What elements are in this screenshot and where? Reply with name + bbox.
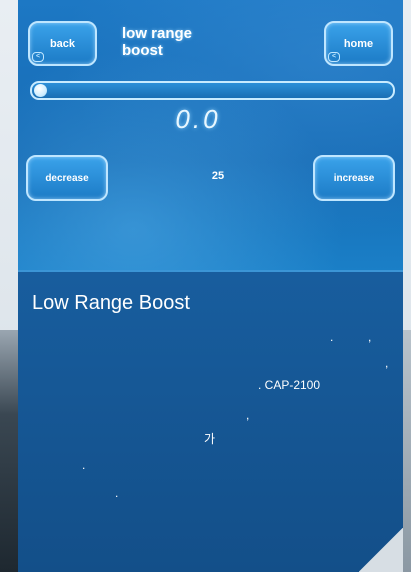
increase-button[interactable]: increase: [313, 155, 395, 201]
page-title: Low Range Boost: [32, 292, 190, 314]
left-arrow-icon: <: [328, 52, 340, 62]
desc-fragment: .: [115, 486, 119, 500]
home-button-label: home: [343, 37, 374, 50]
desc-fragment: ,: [246, 408, 250, 422]
boost-value: 0.0: [175, 104, 221, 134]
screen-title-line1: low range: [122, 25, 193, 42]
device-screen: back < low range boost home < 0.0 decrea…: [18, 0, 403, 272]
increase-button-label: increase: [333, 172, 375, 184]
desc-fragment: ,: [385, 356, 389, 370]
desc-fragment: . CAP-2100: [258, 378, 321, 392]
back-button[interactable]: back <: [28, 21, 97, 66]
home-button[interactable]: home <: [324, 21, 393, 66]
folded-corner: [359, 528, 403, 572]
desc-fragment: .: [330, 330, 334, 344]
step-value: 25: [211, 170, 225, 182]
desc-fragment: 가: [204, 432, 216, 446]
back-button-label: back: [49, 37, 76, 50]
screen-title: low range boost: [122, 25, 272, 59]
decrease-button[interactable]: decrease: [26, 155, 108, 201]
boost-slider[interactable]: [30, 81, 395, 100]
desc-fragment: ,: [368, 330, 372, 344]
slider-knob[interactable]: [34, 84, 47, 97]
left-arrow-icon: <: [32, 52, 44, 62]
desc-fragment: .: [82, 458, 86, 472]
screen-title-line2: boost: [122, 42, 163, 59]
decrease-button-label: decrease: [45, 172, 89, 184]
